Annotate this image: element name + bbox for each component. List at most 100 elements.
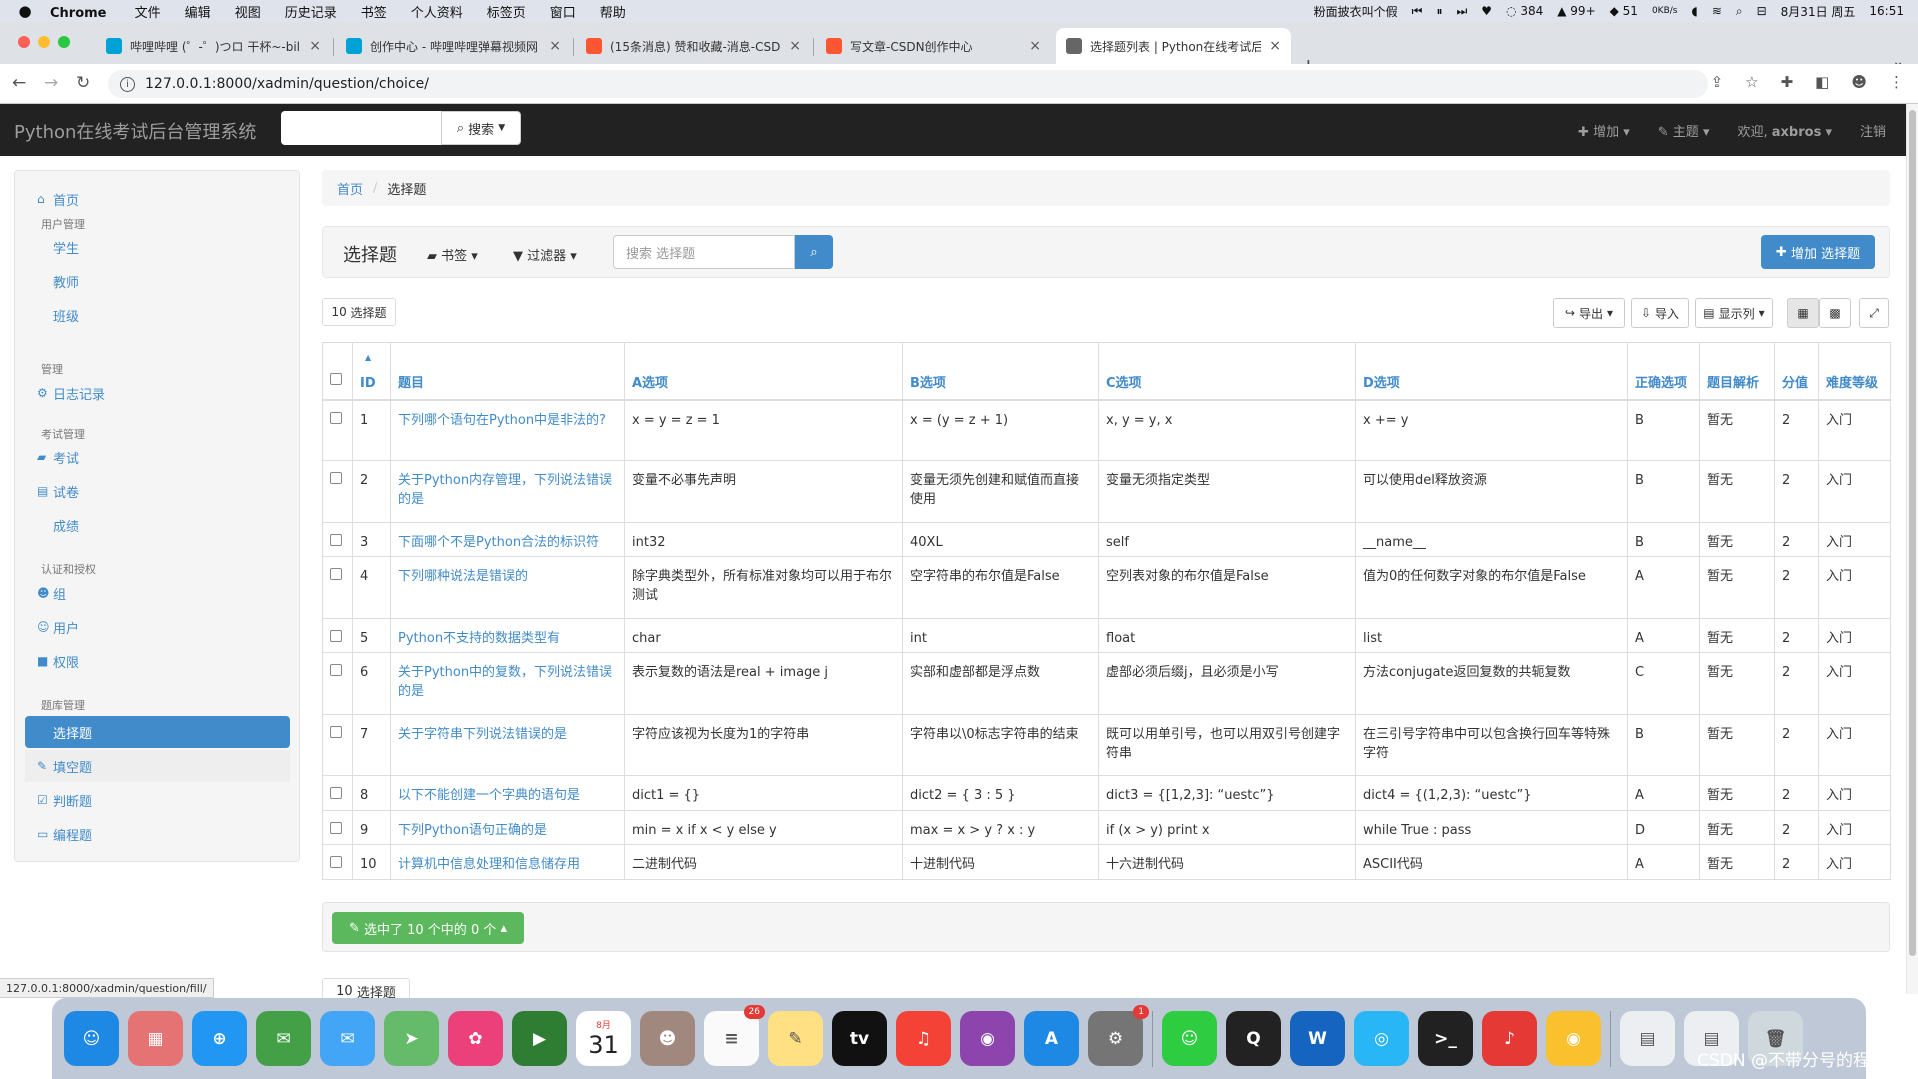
- question-link[interactable]: 下面哪个不是Python合法的标识符: [390, 521, 625, 558]
- bookmark-dropdown[interactable]: ▰ 书签 ▾: [427, 245, 478, 264]
- info-icon[interactable]: i: [120, 76, 135, 92]
- share-icon[interactable]: ⇪: [1711, 73, 1724, 91]
- menu-item-4[interactable]: 书签: [361, 6, 387, 21]
- pause-icon[interactable]: ⏸: [1436, 4, 1442, 19]
- col-id[interactable]: ▲ ID: [352, 342, 391, 401]
- fullscreen-icon[interactable]: ⤢: [1859, 298, 1889, 328]
- question-link[interactable]: 计算机中信息处理和信息储存用: [390, 844, 625, 880]
- add-choice-button[interactable]: ✚ 增加 选择题: [1761, 235, 1875, 269]
- safari-icon[interactable]: ⊕: [192, 1011, 247, 1066]
- finder-icon[interactable]: ☺: [64, 1011, 119, 1066]
- question-link[interactable]: 关于字符串下列说法错误的是: [390, 713, 625, 777]
- table-row[interactable]: 5 Python不支持的数据类型有 char int float list A 暂无 2 入门: [322, 617, 1891, 654]
- qq-icon[interactable]: Q: [1226, 1011, 1281, 1066]
- row-checkbox[interactable]: [330, 787, 342, 800]
- calendar-icon[interactable]: 8月 31: [576, 1011, 631, 1066]
- close-tab-icon[interactable]: ×: [789, 38, 801, 54]
- sidebar-item-home[interactable]: ⌂ 首页: [25, 183, 290, 215]
- select-all-checkbox[interactable]: [330, 372, 342, 385]
- maps-icon[interactable]: ➤: [384, 1011, 439, 1066]
- photos-icon[interactable]: ✿: [448, 1011, 503, 1066]
- screenshot-icon[interactable]: ▤: [1620, 1011, 1675, 1066]
- col-analysis[interactable]: 题目解析: [1699, 342, 1775, 401]
- browser-tab[interactable]: 写文章-CSDN创作中心 ×: [816, 28, 1051, 64]
- facetime-icon[interactable]: ▶: [512, 1011, 567, 1066]
- grid-view-icon[interactable]: ▩: [1819, 298, 1851, 328]
- launchpad-icon[interactable]: ▦: [128, 1011, 183, 1066]
- col-option-c[interactable]: C选项: [1098, 342, 1356, 401]
- sidebar-item-teachers[interactable]: 教师: [25, 265, 290, 297]
- close-tab-icon[interactable]: ×: [309, 38, 321, 54]
- sidebar-item-scores[interactable]: 成绩: [25, 509, 290, 541]
- sidebar-item-judge[interactable]: ☑ 判断题: [25, 784, 290, 816]
- table-row[interactable]: 9 下列Python语句正确的是 min = x if x < y else y ma…: [322, 809, 1891, 846]
- table-row[interactable]: 6 关于Python中的复数，下列说法错误的是 表示复数的语法是real + ima…: [322, 652, 1891, 715]
- table-row[interactable]: 4 下列哪种说法是错误的 除字典类型外，所有标准对象均可以用于布尔测试 空字符串的布尔…: [322, 556, 1891, 619]
- export-button[interactable]: ↪ 导出 ▾: [1553, 298, 1625, 328]
- question-link[interactable]: 下列哪个语句在Python中是非法的?: [390, 398, 625, 462]
- heart-icon[interactable]: ♥: [1481, 4, 1492, 18]
- col-answer[interactable]: 正确选项: [1627, 342, 1700, 401]
- menu-item-8[interactable]: 帮助: [600, 6, 626, 21]
- sidepanel-icon[interactable]: ◧: [1815, 73, 1829, 91]
- chrome-icon[interactable]: ◉: [1546, 1011, 1601, 1066]
- profile-avatar-icon[interactable]: ☻: [1851, 73, 1867, 91]
- table-row[interactable]: 1 下列哪个语句在Python中是非法的? x = y = z = 1x = (y …: [322, 398, 1891, 462]
- breadcrumb-home[interactable]: 首页: [337, 179, 363, 198]
- list-search-button[interactable]: ⌕: [795, 235, 833, 269]
- brand-title[interactable]: Python在线考试后台管理系统: [14, 118, 256, 144]
- browser-tab[interactable]: 哔哩哔哩 (゜-゜)つロ 干杯~-bili ×: [96, 28, 331, 64]
- now-playing[interactable]: 粉面披衣叫个假: [1314, 3, 1398, 20]
- menu-item-3[interactable]: 历史记录: [285, 6, 337, 21]
- control-center-icon[interactable]: ⊟: [1757, 4, 1767, 18]
- menu-item-6[interactable]: 标签页: [487, 6, 526, 21]
- row-checkbox[interactable]: [330, 856, 342, 869]
- bulk-actions-button[interactable]: ✎ 选中了 10 个中的 0 个 ▴: [332, 912, 524, 944]
- row-checkbox[interactable]: [330, 472, 342, 485]
- menu-item-1[interactable]: 编辑: [185, 6, 211, 21]
- table-row[interactable]: 10 计算机中信息处理和信息储存用 二进制代码 十进制代码 十六进制代码 ASCII代码 A…: [322, 844, 1891, 880]
- theme-menu[interactable]: ✎ 主题 ▾: [1658, 121, 1710, 140]
- next-track-icon[interactable]: ⏭: [1456, 4, 1467, 19]
- global-search-button[interactable]: ⌕ 搜索 ▼: [441, 111, 521, 145]
- url-field[interactable]: i 127.0.0.1:8000/xadmin/question/choice/: [108, 70, 1708, 98]
- sidebar-item-fill[interactable]: ✎ 填空题: [25, 750, 290, 782]
- chat-icon[interactable]: ◎: [1354, 1011, 1409, 1066]
- sidebar-item-permissions[interactable]: ■ 权限: [25, 645, 290, 677]
- row-checkbox[interactable]: [330, 725, 342, 738]
- page-scrollbar[interactable]: [1906, 104, 1918, 994]
- contacts-icon[interactable]: ☻: [640, 1011, 695, 1066]
- col-option-d[interactable]: D选项: [1355, 342, 1628, 401]
- wechat-icon[interactable]: ☺: [1162, 1011, 1217, 1066]
- logout-link[interactable]: 注销: [1860, 121, 1886, 140]
- sidebar-item-students[interactable]: 学生: [25, 231, 290, 263]
- extensions-icon[interactable]: ✚: [1781, 73, 1794, 91]
- chats-count[interactable]: ◆ 51: [1610, 4, 1638, 18]
- col-option-b[interactable]: B选项: [902, 342, 1099, 401]
- close-tab-icon[interactable]: ×: [1269, 38, 1281, 54]
- podcasts-icon[interactable]: ◉: [960, 1011, 1015, 1066]
- import-button[interactable]: ⇩ 导入: [1631, 298, 1689, 328]
- search-icon[interactable]: ⌕: [1736, 4, 1743, 19]
- bookmark-star-icon[interactable]: ☆: [1745, 73, 1758, 91]
- question-link[interactable]: Python不支持的数据类型有: [390, 617, 625, 654]
- table-row[interactable]: 7 关于字符串下列说法错误的是 字符应该视为长度为1的字符串 字符串以\0标志字符串的…: [322, 713, 1891, 777]
- menu-item-0[interactable]: 文件: [135, 6, 161, 21]
- row-checkbox[interactable]: [330, 629, 342, 642]
- mail-icon[interactable]: ✉: [320, 1011, 375, 1066]
- word-icon[interactable]: W: [1290, 1011, 1345, 1066]
- notifications-count[interactable]: ▲ 99+: [1557, 4, 1595, 18]
- question-link[interactable]: 关于Python中的复数，下列说法错误的是: [390, 652, 625, 715]
- menu-item-7[interactable]: 窗口: [550, 6, 576, 21]
- table-row[interactable]: 2 关于Python内存管理，下列说法错误的是 变量不必事先声明 变量无须先创建和赋值…: [322, 460, 1891, 523]
- reminders-icon[interactable]: ≡ 26: [704, 1005, 765, 1066]
- sidebar-item-exams[interactable]: ▰ 考试: [25, 441, 290, 473]
- settings-icon[interactable]: ⚙ 1: [1088, 1005, 1149, 1066]
- comments-count[interactable]: ◌ 384: [1506, 4, 1543, 18]
- table-row[interactable]: 3 下面哪个不是Python合法的标识符 int32 40XL self __name__…: [322, 521, 1891, 558]
- sidebar-item-programming[interactable]: ▭ 编程题: [25, 818, 290, 850]
- table-view-icon[interactable]: ▦: [1787, 298, 1819, 328]
- time[interactable]: 16:51: [1869, 4, 1904, 18]
- netease-music-icon[interactable]: ♪: [1482, 1011, 1537, 1066]
- close-window-button[interactable]: [18, 36, 30, 48]
